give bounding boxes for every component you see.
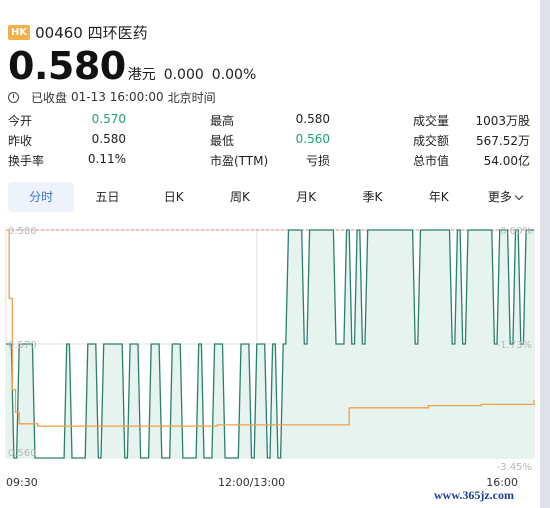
- stat-value: 0.11%: [87, 152, 126, 166]
- tab-0[interactable]: 分时: [8, 182, 75, 212]
- stats-grid: 今开 0.570 最高 0.580 成交量 1003万股昨收 0.580 最低 0.560 成交额…: [8, 110, 538, 170]
- stat-label: 成交额: [413, 134, 450, 148]
- tab-label: 季K: [362, 190, 383, 204]
- stat-label: 成交量: [413, 114, 450, 128]
- x-label-midday: 12:00/13:00: [218, 476, 286, 489]
- stat-label: 市盈(TTM): [210, 154, 269, 168]
- price-row: 0.580 港元 0.000 0.00%: [8, 44, 256, 88]
- period-tabs: 分时 五日 日K 周K 月K 季K 年K 更多: [8, 182, 538, 212]
- y-label-left: 0.580: [8, 226, 37, 237]
- market-status-row: 已收盘 01-13 16:00:00 北京时间: [8, 88, 216, 106]
- page-edge: [540, 0, 550, 508]
- tab-label: 分时: [29, 190, 54, 204]
- stat-value: 0.580: [91, 132, 126, 146]
- tab-label: 日K: [163, 190, 184, 204]
- stat-value: 亏损: [305, 154, 330, 168]
- stock-code-name: 00460 四环医药: [35, 23, 148, 42]
- tab-label: 五日: [95, 190, 120, 204]
- stat-value: 0.560: [295, 132, 330, 146]
- tab-2[interactable]: 日K: [141, 182, 207, 212]
- stat-value: 567.52万: [476, 134, 530, 148]
- x-label-open: 09:30: [6, 476, 38, 489]
- tab-label: 更多: [487, 190, 512, 204]
- tab-7[interactable]: 更多: [472, 182, 538, 212]
- status-timezone: 北京时间: [167, 90, 216, 105]
- price-change: 0.000: [163, 67, 204, 83]
- stat-label: 昨收: [8, 134, 33, 148]
- tab-label: 周K: [229, 190, 250, 204]
- tab-6[interactable]: 年K: [406, 182, 472, 212]
- currency: 港元: [127, 67, 156, 83]
- tab-1[interactable]: 五日: [74, 182, 140, 212]
- stock-quote-card: HK 00460 四环医药 0.580 港元 0.000 0.00% 已收盘 0…: [0, 0, 540, 508]
- market-badge: HK: [8, 24, 31, 40]
- market-status: 已收盘: [31, 90, 68, 105]
- stat-value: 0.570: [91, 112, 126, 126]
- tab-4[interactable]: 月K: [273, 182, 339, 212]
- stat-label: 总市值: [413, 154, 450, 168]
- current-price: 0.580: [8, 44, 126, 88]
- y-label-right: -1.73%: [497, 340, 532, 351]
- stat-value: 54.00亿: [483, 154, 530, 168]
- y-label-left: 0.570: [8, 340, 37, 351]
- y-label-left: 0.560: [8, 448, 37, 459]
- y-label-right: -3.45%: [497, 462, 532, 473]
- tab-label: 月K: [296, 190, 317, 204]
- y-label-right: 0.00%: [500, 226, 532, 237]
- price-change-pct: 0.00%: [211, 67, 257, 83]
- stats-row: 今开 0.570 最高 0.580 成交量 1003万股: [8, 110, 538, 130]
- stat-label: 换手率: [8, 154, 45, 168]
- clock-icon: [8, 91, 19, 103]
- intraday-chart-svg: 0.580 0.570 0.560 0.00% -1.73% -3.45%: [5, 226, 535, 473]
- tab-3[interactable]: 周K: [207, 182, 273, 212]
- chevron-down-icon: [514, 191, 524, 201]
- intraday-chart: 0.580 0.570 0.560 0.00% -1.73% -3.45%: [0, 222, 540, 492]
- watermark: www.365jz.com: [434, 488, 514, 502]
- tab-label: 年K: [428, 190, 449, 204]
- tab-5[interactable]: 季K: [339, 182, 405, 212]
- stats-row: 换手率 0.11% 市盈(TTM) 亏损 总市值 54.00亿: [8, 150, 538, 170]
- stats-row: 昨收 0.580 最低 0.560 成交额 567.52万: [8, 130, 538, 150]
- stat-value: 0.580: [295, 112, 330, 126]
- title-row: HK 00460 四环医药: [8, 22, 148, 42]
- stat-label: 最低: [210, 134, 235, 148]
- stat-value: 1003万股: [475, 114, 530, 128]
- stat-label: 最高: [210, 114, 235, 128]
- stat-label: 今开: [8, 114, 33, 128]
- status-time: 01-13 16:00:00: [71, 90, 164, 104]
